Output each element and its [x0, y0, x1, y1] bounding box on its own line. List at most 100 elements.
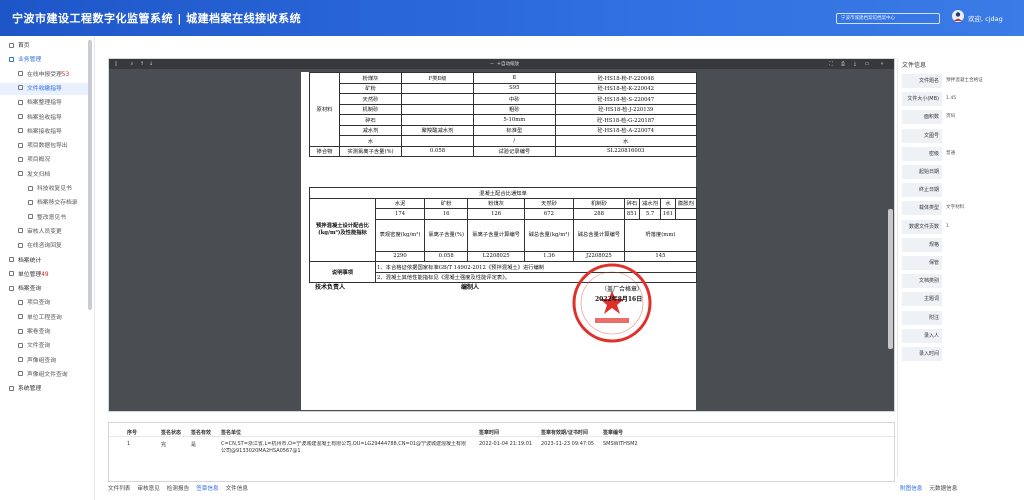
sidebar-item[interactable]: 档案接收指导 [0, 126, 90, 138]
sidebar-item[interactable]: 在线咨询回复 [0, 240, 90, 252]
material-cell: 碎石 [339, 114, 402, 126]
mix-cell: 粉煤灰 [467, 197, 525, 209]
material-cell: 砼-HS18-检-S-220047 [554, 93, 698, 105]
table-row[interactable]: 1 完 是 C=CN,ST=浙江省,L=杭州市,O=宁波城建混凝土有限公司,OU=LG… [109, 439, 894, 459]
sidebar-item[interactable]: 档案统计 [0, 255, 90, 267]
zoom-out-icon[interactable]: − [489, 61, 495, 67]
bottom-tabs: 文件列表 审核意见 检测报告 签章信息 文件信息 [108, 484, 255, 494]
user-avatar-icon[interactable] [952, 10, 964, 22]
file-info-label: 终止日期 [902, 183, 942, 198]
material-row: 矿粉 S95 砼-HS18-检-K-220042 [310, 82, 698, 94]
sidebar-item-label: 单位工程查询 [27, 314, 62, 321]
next-page-icon[interactable]: ↓ [148, 61, 154, 67]
sidebar-item[interactable]: 单位管理49 [0, 269, 90, 281]
tab[interactable]: 签章信息 [196, 484, 218, 492]
file-info-value[interactable] [944, 183, 1018, 198]
sidebar-item[interactable]: 首页 [0, 40, 90, 52]
sidebar-item-label: 在线申报受理 [27, 71, 62, 78]
tab[interactable]: 附图信息 [900, 484, 922, 492]
sidebar-item-label: 档案统计 [18, 257, 42, 264]
signature-header-cell: 签名有效 [191, 430, 212, 436]
mix-cell: 126 [467, 208, 525, 220]
user-name[interactable]: 欢迎, cjdag [968, 13, 1003, 23]
file-info-value[interactable] [944, 310, 1018, 325]
mix-cell: 氯离子含量计算编号 [467, 218, 525, 252]
file-info-value[interactable] [944, 292, 1018, 307]
note-label: 说明事项 [309, 261, 376, 283]
file-icon [18, 342, 23, 348]
sidebar-item[interactable]: 发文归档 [0, 169, 90, 181]
sidebar-scrollbar[interactable] [88, 40, 92, 310]
tab[interactable]: 元数据信息 [929, 484, 957, 492]
file-info-label: 文件大小(MB) [902, 92, 942, 107]
file-info-row: 附注 [898, 310, 1020, 327]
sidebar-item[interactable]: 科技收复见书 [0, 183, 90, 195]
sidebar-item[interactable]: 案卷查询 [0, 326, 90, 338]
file-info-label: 面积数 [902, 110, 942, 125]
tab[interactable]: 文件列表 [108, 484, 130, 492]
sidebar-item-label: 科技收复见书 [37, 186, 72, 192]
file-info-value[interactable]: 1 [944, 219, 1018, 234]
zoom-select[interactable]: 自动缩放 [501, 61, 519, 67]
sidebar-item-label: 单位管理 [18, 271, 42, 278]
tab[interactable]: 文件信息 [226, 484, 248, 492]
menu-icon [9, 56, 14, 62]
sidebar-item[interactable]: 审核人员变更 [0, 226, 90, 238]
file-info-value[interactable]: 1.45 [944, 92, 1018, 107]
material-cell: 机制砂 [339, 103, 402, 115]
file-info-value[interactable] [944, 165, 1018, 179]
file-info-value[interactable] [944, 128, 1018, 143]
bookmark-icon[interactable]: ▭ [864, 61, 870, 67]
menu-icon [9, 285, 14, 291]
sidebar-item-label: 文件收缴指导 [27, 85, 62, 92]
sidebar-item[interactable]: 项目数据包导出 [0, 140, 90, 152]
sidebar-toggle-icon[interactable]: ▯ [113, 61, 119, 67]
sidebar-item[interactable]: 业务管理 [0, 54, 90, 66]
file-info-value[interactable] [944, 256, 1018, 270]
material-cell [401, 135, 474, 147]
tab[interactable]: 审核意见 [137, 484, 159, 492]
sidebar-item[interactable]: 项目概况 [0, 154, 90, 166]
sidebar-item[interactable]: 系统管理 [0, 383, 90, 395]
file-info-row: 主题词 [898, 292, 1020, 308]
org-selector[interactable]: 宁波市城建档案馆档案中心 [836, 13, 940, 24]
mix-cell: 天然砂 [523, 197, 575, 209]
search-icon[interactable]: ⌕ [129, 61, 135, 67]
previous-page-icon[interactable]: ↑ [139, 61, 145, 67]
viewer-scrollbar[interactable] [888, 209, 893, 349]
file-info-value[interactable] [944, 237, 1018, 252]
sidebar-item[interactable]: 声像组查询 [0, 355, 90, 367]
file-info-value[interactable]: 文字材料 [944, 201, 1018, 216]
file-info-value[interactable] [944, 274, 1018, 289]
sidebar-item[interactable]: 在线申报受理53 [0, 69, 90, 81]
fullscreen-icon[interactable]: ⛶ [828, 61, 834, 67]
file-info-value[interactable] [944, 347, 1018, 361]
tab[interactable]: 检测报告 [167, 484, 189, 492]
file-info-row: 文档类别 [898, 274, 1020, 290]
menu-icon [9, 257, 14, 262]
tools-menu-icon[interactable]: » [879, 61, 885, 67]
signature-header-cell: 签名状态 [161, 430, 182, 436]
mix-cell: 672 [523, 208, 575, 220]
download-icon[interactable]: ⤓ [852, 61, 858, 67]
sidebar-item[interactable]: 档案验收指导 [0, 112, 90, 124]
file-info-value[interactable]: 预拌混凝土合格证 [944, 74, 1018, 88]
sidebar-item[interactable]: 文件查询 [0, 340, 90, 352]
menu-icon [9, 42, 14, 48]
sidebar-item[interactable]: 文件收缴指导 [0, 82, 90, 95]
mix-cell [674, 208, 698, 220]
sidebar-item[interactable]: 单位工程查询 [0, 312, 90, 324]
sidebar-item[interactable]: 项目查询 [0, 297, 90, 309]
sidebar-item[interactable]: 档案移交存档录 [0, 197, 90, 209]
signature-header-cell: 签章编号 [603, 430, 624, 436]
file-info-value[interactable]: 页码 [944, 110, 1018, 125]
sidebar-item[interactable]: 档案整理指导 [0, 97, 90, 109]
file-icon [18, 314, 23, 320]
file-info-value[interactable] [944, 328, 1018, 343]
print-icon[interactable]: ⎙ [840, 61, 846, 67]
sidebar-item[interactable]: 档案查询 [0, 283, 90, 295]
sidebar-item[interactable]: 声像组文件查询 [0, 369, 90, 381]
file-info-row: 规格 [898, 237, 1020, 254]
file-info-value[interactable]: 普通 [944, 146, 1018, 161]
sidebar-item[interactable]: 整改意见书 [0, 212, 90, 224]
